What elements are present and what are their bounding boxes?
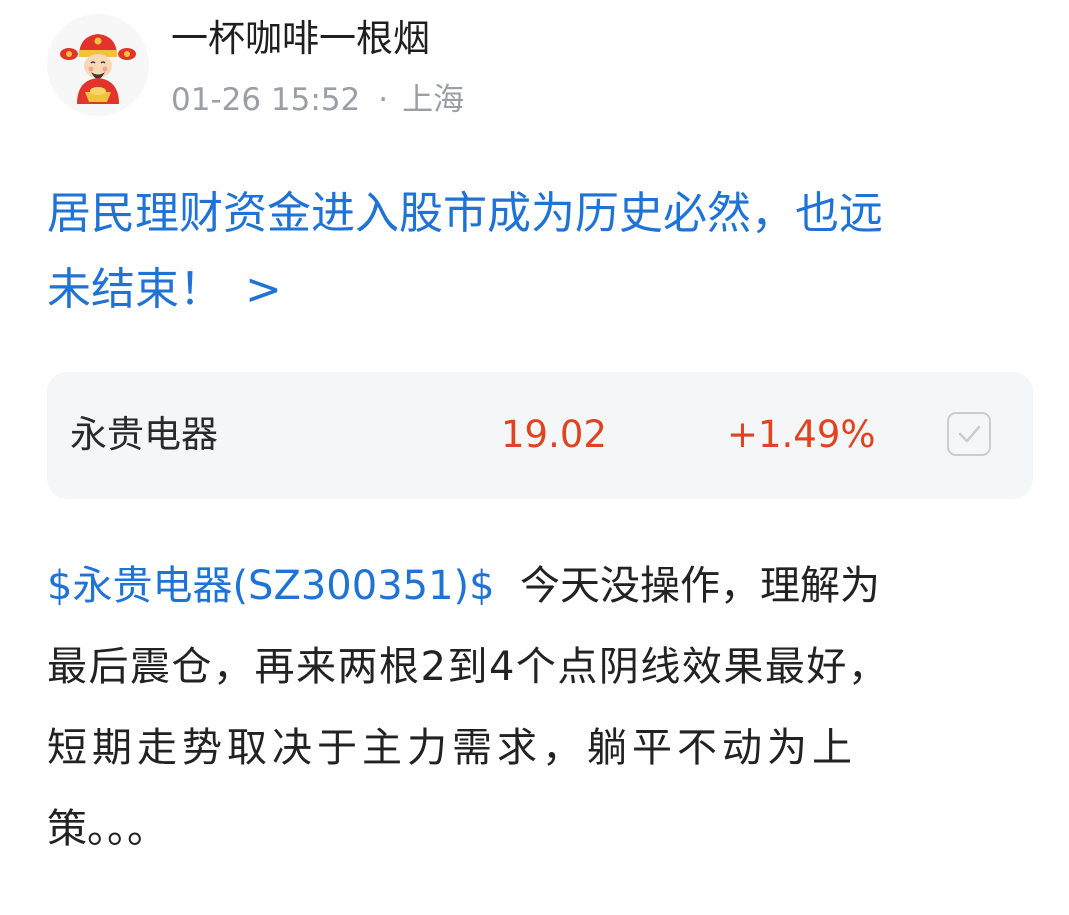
check-mark-icon <box>958 425 981 443</box>
post-title-line-2-text: 未结束！ <box>47 264 223 315</box>
post-body: $永贵电器(SZ300351)$ 今天没操作，理解为 最后震仓，再来两根2到4个… <box>47 546 1037 870</box>
post-meta: 01-26 15:52 · 上海 <box>171 80 464 120</box>
stock-mention-link[interactable]: $永贵电器(SZ300351)$ <box>47 563 495 609</box>
god-of-wealth-avatar-icon <box>47 14 149 116</box>
stock-quote-card[interactable]: 永贵电器 19.02 +1.49% <box>47 372 1033 499</box>
author-avatar[interactable] <box>47 14 149 116</box>
post-time: 01-26 15:52 <box>171 82 361 118</box>
post-title-link[interactable]: 居民理财资金进入股市成为历史必然，也远 未结束！ > <box>47 176 1037 328</box>
post-title-line-2: 未结束！ > <box>47 252 1037 328</box>
chevron-right-icon: > <box>245 264 282 315</box>
post-page: 一杯咖啡一根烟 01-26 15:52 · 上海 居民理财资金进入股市成为历史必然，… <box>0 0 1069 915</box>
stock-change: +1.49% <box>727 413 876 456</box>
post-title-line-1: 居民理财资金进入股市成为历史必然，也远 <box>47 188 883 239</box>
author-name[interactable]: 一杯咖啡一根烟 <box>171 16 430 62</box>
post-body-line-3: 短期走势取决于主力需求，躺平不动为上 <box>47 725 857 771</box>
post-body-line-2: 最后震仓，再来两根2到4个点阴线效果最好， <box>47 644 890 690</box>
post-location: 上海 <box>402 82 465 118</box>
post-body-line-4: 策。。。 <box>47 806 167 852</box>
checkbox-check-icon[interactable] <box>947 412 991 456</box>
stock-price: 19.02 <box>501 413 607 456</box>
stock-name: 永贵电器 <box>70 413 218 456</box>
meta-separator: · <box>378 82 389 118</box>
post-body-line-1-text: 今天没操作，理解为 <box>520 563 881 609</box>
post-body-line-1: $永贵电器(SZ300351)$ 今天没操作，理解为 <box>47 546 1037 627</box>
